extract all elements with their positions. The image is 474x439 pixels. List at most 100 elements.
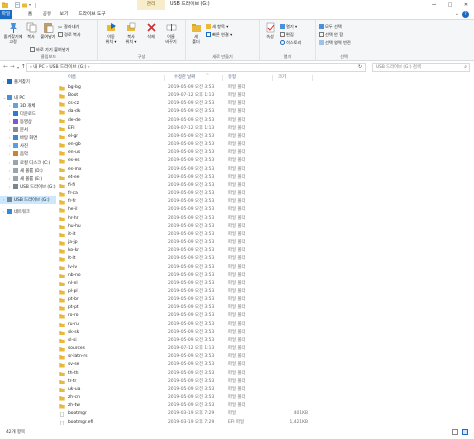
file-row[interactable]: ja-jp 2019-05-09 오전 3:53 파일 폴더 xyxy=(56,239,474,247)
new-item-button[interactable]: 새 항목 ▾ xyxy=(206,23,228,30)
tab-home[interactable]: 홈 xyxy=(24,10,36,19)
file-row[interactable]: cs-cz 2019-05-09 오전 3:53 파일 폴더 xyxy=(56,100,474,108)
refresh-icon[interactable]: ↻ xyxy=(358,64,362,70)
file-row[interactable]: el-gr 2019-05-09 오전 3:53 파일 폴더 xyxy=(56,133,474,141)
column-header-type[interactable]: 유형 xyxy=(228,74,236,82)
file-row[interactable]: zh-tw 2019-05-09 오전 3:53 파일 폴더 xyxy=(56,402,474,410)
file-row[interactable]: ro-ro 2019-05-09 오전 3:53 파일 폴더 xyxy=(56,312,474,320)
column-header-size[interactable]: 크기 xyxy=(278,74,286,82)
maximize-button[interactable]: □ xyxy=(442,0,458,10)
details-view-icon[interactable] xyxy=(452,429,458,435)
column-divider[interactable] xyxy=(222,75,223,81)
column-divider[interactable] xyxy=(312,75,313,81)
select-none-button[interactable]: 선택 안 함 xyxy=(319,31,343,38)
move-to-button[interactable]: 이동 위치 ▾ xyxy=(102,22,120,44)
nav-item[interactable]: › 네트워크 xyxy=(0,208,56,216)
file-row[interactable]: pt-br 2019-05-09 오전 3:53 파일 폴더 xyxy=(56,296,474,304)
file-row[interactable]: pt-pt 2019-05-09 오전 3:53 파일 폴더 xyxy=(56,304,474,312)
file-row[interactable]: nl-nl 2019-05-09 오전 3:53 파일 폴더 xyxy=(56,280,474,288)
file-row[interactable]: nb-no 2019-05-09 오전 3:53 파일 폴더 xyxy=(56,272,474,280)
file-row[interactable]: it-it 2019-05-09 오전 3:53 파일 폴더 xyxy=(56,231,474,239)
edit-button[interactable]: 편집 xyxy=(280,31,294,38)
file-row[interactable]: Boot 2019-07-12 오후 1:13 파일 폴더 xyxy=(56,92,474,100)
nav-item[interactable]: › USB 드라이브 (G:) xyxy=(0,196,56,204)
new-folder-button[interactable]: 새 폴더 xyxy=(189,22,203,44)
file-row[interactable]: tr-tr 2019-05-09 오전 3:53 파일 폴더 xyxy=(56,378,474,386)
file-row[interactable]: de-de 2019-05-09 오전 3:53 파일 폴더 xyxy=(56,117,474,125)
paste-button[interactable]: 붙여넣기 xyxy=(39,22,57,39)
copy-path-button[interactable]: 경로 복사 xyxy=(58,31,81,38)
nav-item[interactable]: › 동영상 xyxy=(0,118,56,126)
new-folder-quick-icon[interactable] xyxy=(22,2,27,8)
search-box[interactable]: USB 드라이브 (G:) 검색 ⌕ xyxy=(372,63,470,72)
file-row[interactable]: fi-fi 2019-05-09 오전 3:53 파일 폴더 xyxy=(56,182,474,190)
nav-item[interactable]: › 다운로드 xyxy=(0,110,56,118)
delete-button[interactable]: 삭제 xyxy=(143,22,159,39)
open-button[interactable]: 열기 ▾ xyxy=(280,23,297,30)
file-row[interactable]: es-mx 2019-05-09 오전 3:53 파일 폴더 xyxy=(56,166,474,174)
file-row[interactable]: zh-cn 2019-05-09 오전 3:53 파일 폴더 xyxy=(56,394,474,402)
ribbon-collapse-icon[interactable]: ⌄ xyxy=(455,11,459,17)
nav-item[interactable]: › 새 볼륨 (E:) xyxy=(0,175,56,183)
properties-button[interactable]: 속성 xyxy=(263,22,277,39)
explorer-folder-icon[interactable] xyxy=(2,2,8,8)
address-bar[interactable]: › 내 PC › USB 드라이브 (G:) › xyxy=(26,63,366,72)
paste-shortcut-button[interactable]: 바로 가기 붙여넣기 xyxy=(30,46,69,53)
file-row[interactable]: uk-ua 2019-05-09 오전 3:53 파일 폴더 xyxy=(56,386,474,394)
nav-item[interactable]: › 바탕 화면 xyxy=(0,134,56,142)
rename-button[interactable]: 이름 바꾸기 xyxy=(161,22,181,44)
file-row[interactable]: et-ee 2019-05-09 오전 3:53 파일 폴더 xyxy=(56,174,474,182)
file-row[interactable]: he-il 2019-05-09 오전 3:53 파일 폴더 xyxy=(56,206,474,214)
tab-manage[interactable]: 관리 xyxy=(137,0,165,10)
nav-item[interactable]: › 새 볼륨 (D:) xyxy=(0,167,56,175)
column-divider[interactable] xyxy=(164,75,165,81)
file-row[interactable]: pl-pl 2019-05-09 오전 3:53 파일 폴더 xyxy=(56,288,474,296)
file-row[interactable]: sl-si 2019-05-09 오전 3:53 파일 폴더 xyxy=(56,337,474,345)
column-header-date[interactable]: 수정한 날짜 xyxy=(174,74,195,82)
large-icons-view-icon[interactable] xyxy=(462,429,468,435)
copy-to-button[interactable]: 복사 위치 ▾ xyxy=(122,22,140,44)
file-row[interactable]: en-gb 2019-05-09 오전 3:53 파일 폴더 xyxy=(56,141,474,149)
copy-button[interactable]: 복사 xyxy=(24,22,38,39)
pin-to-quick-access-button[interactable]: 즐겨찾기에 고정 xyxy=(3,22,23,44)
file-row[interactable]: fr-fr 2019-05-09 오전 3:53 파일 폴더 xyxy=(56,198,474,206)
tab-file[interactable]: 파일 xyxy=(0,10,12,19)
up-arrow-icon[interactable]: ↑ xyxy=(21,64,26,70)
tab-drive-tools[interactable]: 드라이브 도구 xyxy=(74,10,110,19)
recent-locations-icon[interactable]: ▾ xyxy=(17,65,19,70)
nav-item[interactable]: › 로컬 디스크 (C:) xyxy=(0,159,56,167)
file-row[interactable]: lv-lv 2019-05-09 오전 3:53 파일 폴더 xyxy=(56,264,474,272)
file-row[interactable]: lt-lt 2019-05-09 오전 3:53 파일 폴더 xyxy=(56,255,474,263)
cut-button[interactable]: ✂ 잘라내기 xyxy=(58,23,79,31)
nav-item[interactable]: › 음악 xyxy=(0,150,56,158)
properties-icon[interactable] xyxy=(15,2,20,8)
file-row[interactable]: fr-ca 2019-05-09 오전 3:53 파일 폴더 xyxy=(56,190,474,198)
file-row[interactable]: th-th 2019-05-09 오전 3:53 파일 폴더 xyxy=(56,370,474,378)
file-row[interactable]: hr-hr 2019-05-09 오전 3:53 파일 폴더 xyxy=(56,215,474,223)
file-row[interactable]: ru-ru 2019-05-09 오전 3:53 파일 폴더 xyxy=(56,321,474,329)
file-row[interactable]: es-es 2019-05-09 오전 3:53 파일 폴더 xyxy=(56,157,474,165)
tab-view[interactable]: 보기 xyxy=(58,10,70,19)
file-row[interactable]: en-us 2019-05-09 오전 3:53 파일 폴더 xyxy=(56,149,474,157)
easy-access-button[interactable]: 빠른 연결 ▾ xyxy=(206,31,232,38)
file-row[interactable]: bootmgr 2019-03-19 오후 7:29 파일 401KB xyxy=(56,410,474,418)
file-row[interactable]: sr-latn-rs 2019-05-09 오전 3:53 파일 폴더 xyxy=(56,353,474,361)
file-row[interactable]: ko-kr 2019-05-09 오전 3:53 파일 폴더 xyxy=(56,247,474,255)
nav-item[interactable]: › USB 드라이브 (G:) xyxy=(0,183,56,191)
file-row[interactable]: hu-hu 2019-05-09 오전 3:53 파일 폴더 xyxy=(56,223,474,231)
nav-item[interactable]: › 사진 xyxy=(0,142,56,150)
file-row[interactable]: sk-sk 2019-05-09 오전 3:53 파일 폴더 xyxy=(56,329,474,337)
nav-item[interactable]: › 3D 개체 xyxy=(0,102,56,110)
history-button[interactable]: 히스토리 xyxy=(280,39,301,46)
column-divider[interactable] xyxy=(272,75,273,81)
tab-share[interactable]: 공유 xyxy=(41,10,53,19)
file-row[interactable]: sv-se 2019-05-09 오전 3:53 파일 폴더 xyxy=(56,361,474,369)
close-button[interactable]: ✕ xyxy=(458,0,474,10)
minimize-button[interactable]: − xyxy=(426,0,442,10)
select-all-button[interactable]: 모두 선택 xyxy=(319,23,342,30)
forward-arrow-icon[interactable]: → xyxy=(10,64,15,70)
nav-item[interactable]: › 문서 xyxy=(0,126,56,134)
file-row[interactable]: bg-bg 2019-05-09 오전 3:53 파일 폴더 xyxy=(56,84,474,92)
quick-access-dropdown-icon[interactable]: ▾ xyxy=(29,2,34,8)
nav-item[interactable]: › 즐겨찾기 xyxy=(0,78,56,86)
